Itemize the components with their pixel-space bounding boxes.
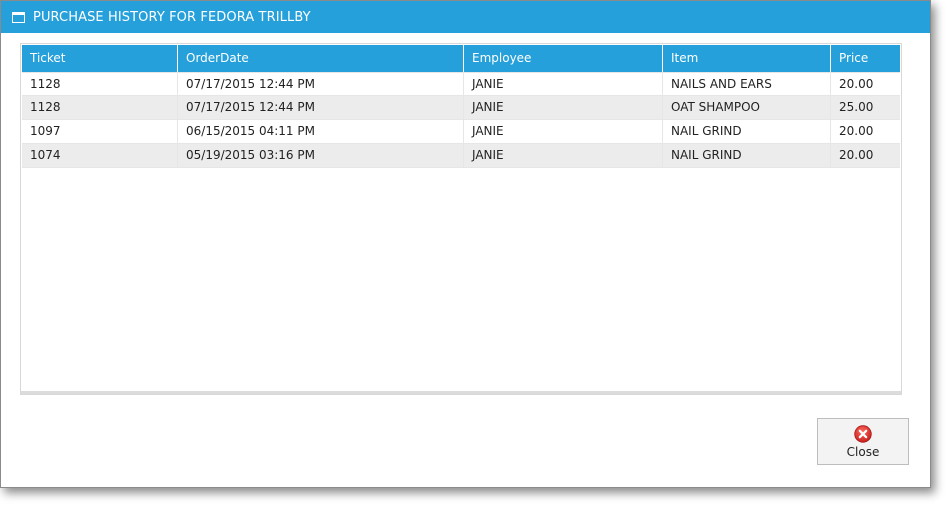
table-row[interactable]: 1128 07/17/2015 12:44 PM JANIE NAILS AND… xyxy=(22,72,900,96)
cell-price: 20.00 xyxy=(839,124,874,138)
cell-ticket: 1097 xyxy=(22,120,178,143)
column-header-orderdate[interactable]: OrderDate xyxy=(178,45,464,72)
column-header-employee[interactable]: Employee xyxy=(464,45,663,72)
close-circle-icon xyxy=(854,424,872,443)
close-button[interactable]: Close xyxy=(817,418,909,465)
cell-item: OAT SHAMPOO xyxy=(663,96,831,119)
cell-item: NAIL GRIND xyxy=(663,120,831,143)
window-title: PURCHASE HISTORY FOR FEDORA TRILLBY xyxy=(33,9,311,25)
table-row[interactable]: 1074 05/19/2015 03:16 PM JANIE NAIL GRIN… xyxy=(22,144,900,168)
cell-employee: JANIE xyxy=(464,144,663,167)
purchase-history-window: PURCHASE HISTORY FOR FEDORA TRILLBY Tick… xyxy=(0,0,931,488)
cell-orderdate: 05/19/2015 03:16 PM xyxy=(178,144,464,167)
grid-bottom-border xyxy=(21,391,901,394)
table-row[interactable]: 1097 06/15/2015 04:11 PM JANIE NAIL GRIN… xyxy=(22,120,900,144)
grid-body: 1128 07/17/2015 12:44 PM JANIE NAILS AND… xyxy=(22,72,900,168)
window-icon xyxy=(9,8,27,26)
cell-orderdate: 06/15/2015 04:11 PM xyxy=(178,120,464,143)
cell-employee: JANIE xyxy=(464,73,663,95)
column-header-price[interactable]: Price xyxy=(831,45,900,72)
cell-employee: JANIE xyxy=(464,96,663,119)
close-button-label: Close xyxy=(846,444,880,459)
title-bar[interactable]: PURCHASE HISTORY FOR FEDORA TRILLBY xyxy=(1,1,930,33)
column-header-item[interactable]: Item xyxy=(663,45,831,72)
cell-price: 25.00 xyxy=(839,100,874,114)
cell-employee: JANIE xyxy=(464,120,663,143)
cell-orderdate: 07/17/2015 12:44 PM xyxy=(178,73,464,95)
cell-item: NAILS AND EARS xyxy=(663,73,831,95)
cell-ticket: 1128 xyxy=(22,73,178,95)
grid-header: Ticket OrderDate Employee Item Price xyxy=(22,45,900,72)
cell-ticket: 1128 xyxy=(22,96,178,119)
cell-price: 20.00 xyxy=(839,77,874,91)
cell-ticket: 1074 xyxy=(22,144,178,167)
cell-orderdate: 07/17/2015 12:44 PM xyxy=(178,96,464,119)
cell-price: 20.00 xyxy=(839,148,874,162)
table-row[interactable]: 1128 07/17/2015 12:44 PM JANIE OAT SHAMP… xyxy=(22,96,900,120)
cell-item: NAIL GRIND xyxy=(663,144,831,167)
column-header-ticket[interactable]: Ticket xyxy=(22,45,178,72)
purchase-history-grid[interactable]: Ticket OrderDate Employee Item Price 112… xyxy=(20,43,902,395)
